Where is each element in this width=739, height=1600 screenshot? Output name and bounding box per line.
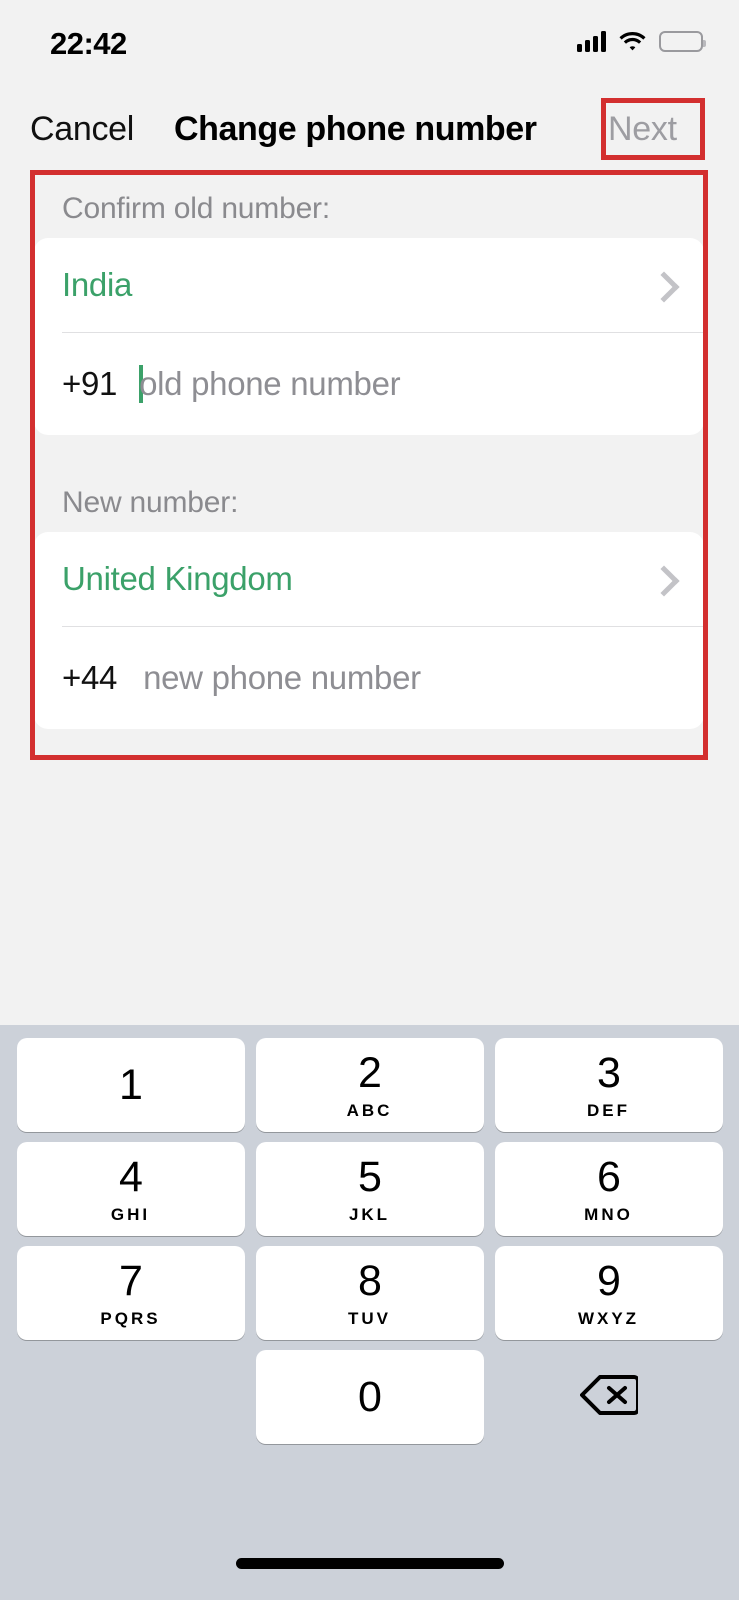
key-digit: 6 (597, 1152, 621, 1201)
keypad-row-2: 4 GHI 5 JKL 6 MNO (0, 1142, 739, 1236)
status-bar-indicators (577, 30, 706, 52)
old-country-row[interactable]: India (34, 238, 704, 332)
new-number-card: United Kingdom +44 new phone number (34, 532, 704, 729)
key-letters: DEF (587, 1100, 630, 1120)
next-button[interactable]: Next (608, 110, 677, 149)
key-letters: MNO (584, 1204, 633, 1224)
key-letters: ABC (346, 1100, 393, 1120)
key-5[interactable]: 5 JKL (255, 1142, 484, 1236)
navigation-bar: Cancel Change phone number Next (0, 92, 739, 170)
key-9[interactable]: 9 WXYZ (494, 1246, 723, 1340)
key-1[interactable]: 1 (16, 1038, 245, 1132)
home-indicator-bar[interactable] (235, 1558, 504, 1569)
chevron-right-icon (653, 270, 670, 300)
new-number-label: New number: (62, 486, 239, 519)
confirm-old-number-label: Confirm old number: (62, 192, 330, 225)
status-bar: 22:42 (0, 0, 739, 92)
keypad-row-4: 0 (0, 1350, 739, 1444)
old-number-input-row[interactable]: +91 old phone number (34, 332, 704, 435)
key-digit: 5 (358, 1152, 382, 1201)
new-number-input-row[interactable]: +44 new phone number (34, 626, 704, 729)
key-digit: 1 (119, 1060, 143, 1109)
backspace-delete-icon (579, 1374, 640, 1420)
key-digit: 7 (119, 1256, 143, 1305)
key-digit: 4 (119, 1152, 143, 1201)
key-digit: 0 (358, 1372, 382, 1421)
key-letters: GHI (110, 1204, 151, 1224)
old-dial-code: +91 (62, 364, 118, 402)
key-0[interactable]: 0 (255, 1350, 484, 1444)
old-phone-input[interactable]: old phone number (139, 365, 401, 403)
old-number-card: India +91 old phone number (34, 238, 704, 435)
key-letters: PQRS (100, 1308, 161, 1328)
cancel-button[interactable]: Cancel (30, 110, 134, 149)
key-6[interactable]: 6 MNO (494, 1142, 723, 1236)
key-7[interactable]: 7 PQRS (16, 1246, 245, 1340)
change-phone-form: Confirm old number: India +91 old phone … (0, 170, 739, 760)
key-blank-left (17, 1350, 245, 1444)
keypad-row-3: 7 PQRS 8 TUV 9 WXYZ (0, 1246, 739, 1340)
backspace-key[interactable] (495, 1350, 723, 1444)
key-letters: JKL (348, 1204, 391, 1224)
key-digit: 9 (597, 1256, 621, 1305)
key-letters: WXYZ (577, 1308, 640, 1328)
key-digit: 2 (358, 1048, 382, 1097)
cellular-signal-icon (577, 30, 606, 52)
key-digit: 8 (358, 1256, 382, 1305)
key-2[interactable]: 2 ABC (255, 1038, 484, 1132)
new-country-value: United Kingdom (62, 560, 293, 597)
new-country-row[interactable]: United Kingdom (34, 532, 704, 626)
key-digit: 3 (597, 1048, 621, 1097)
old-country-value: India (62, 266, 133, 303)
new-dial-code: +44 (62, 658, 118, 696)
chevron-right-icon (653, 564, 670, 594)
numeric-keypad: 1 2 ABC 3 DEF 4 GHI 5 JKL 6 MNO 7 PQRS 8… (0, 1025, 739, 1600)
battery-icon (659, 30, 706, 52)
keypad-row-1: 1 2 ABC 3 DEF (0, 1038, 739, 1132)
key-8[interactable]: 8 TUV (255, 1246, 484, 1340)
phone-screen: 22:42 Cancel Change phone number Next Co… (0, 0, 739, 1600)
page-title: Change phone number (174, 110, 537, 148)
new-phone-input[interactable]: new phone number (143, 659, 421, 697)
key-3[interactable]: 3 DEF (494, 1038, 723, 1132)
wifi-icon (619, 31, 646, 51)
status-bar-time: 22:42 (50, 26, 127, 61)
key-4[interactable]: 4 GHI (16, 1142, 245, 1236)
key-letters: TUV (348, 1308, 391, 1328)
